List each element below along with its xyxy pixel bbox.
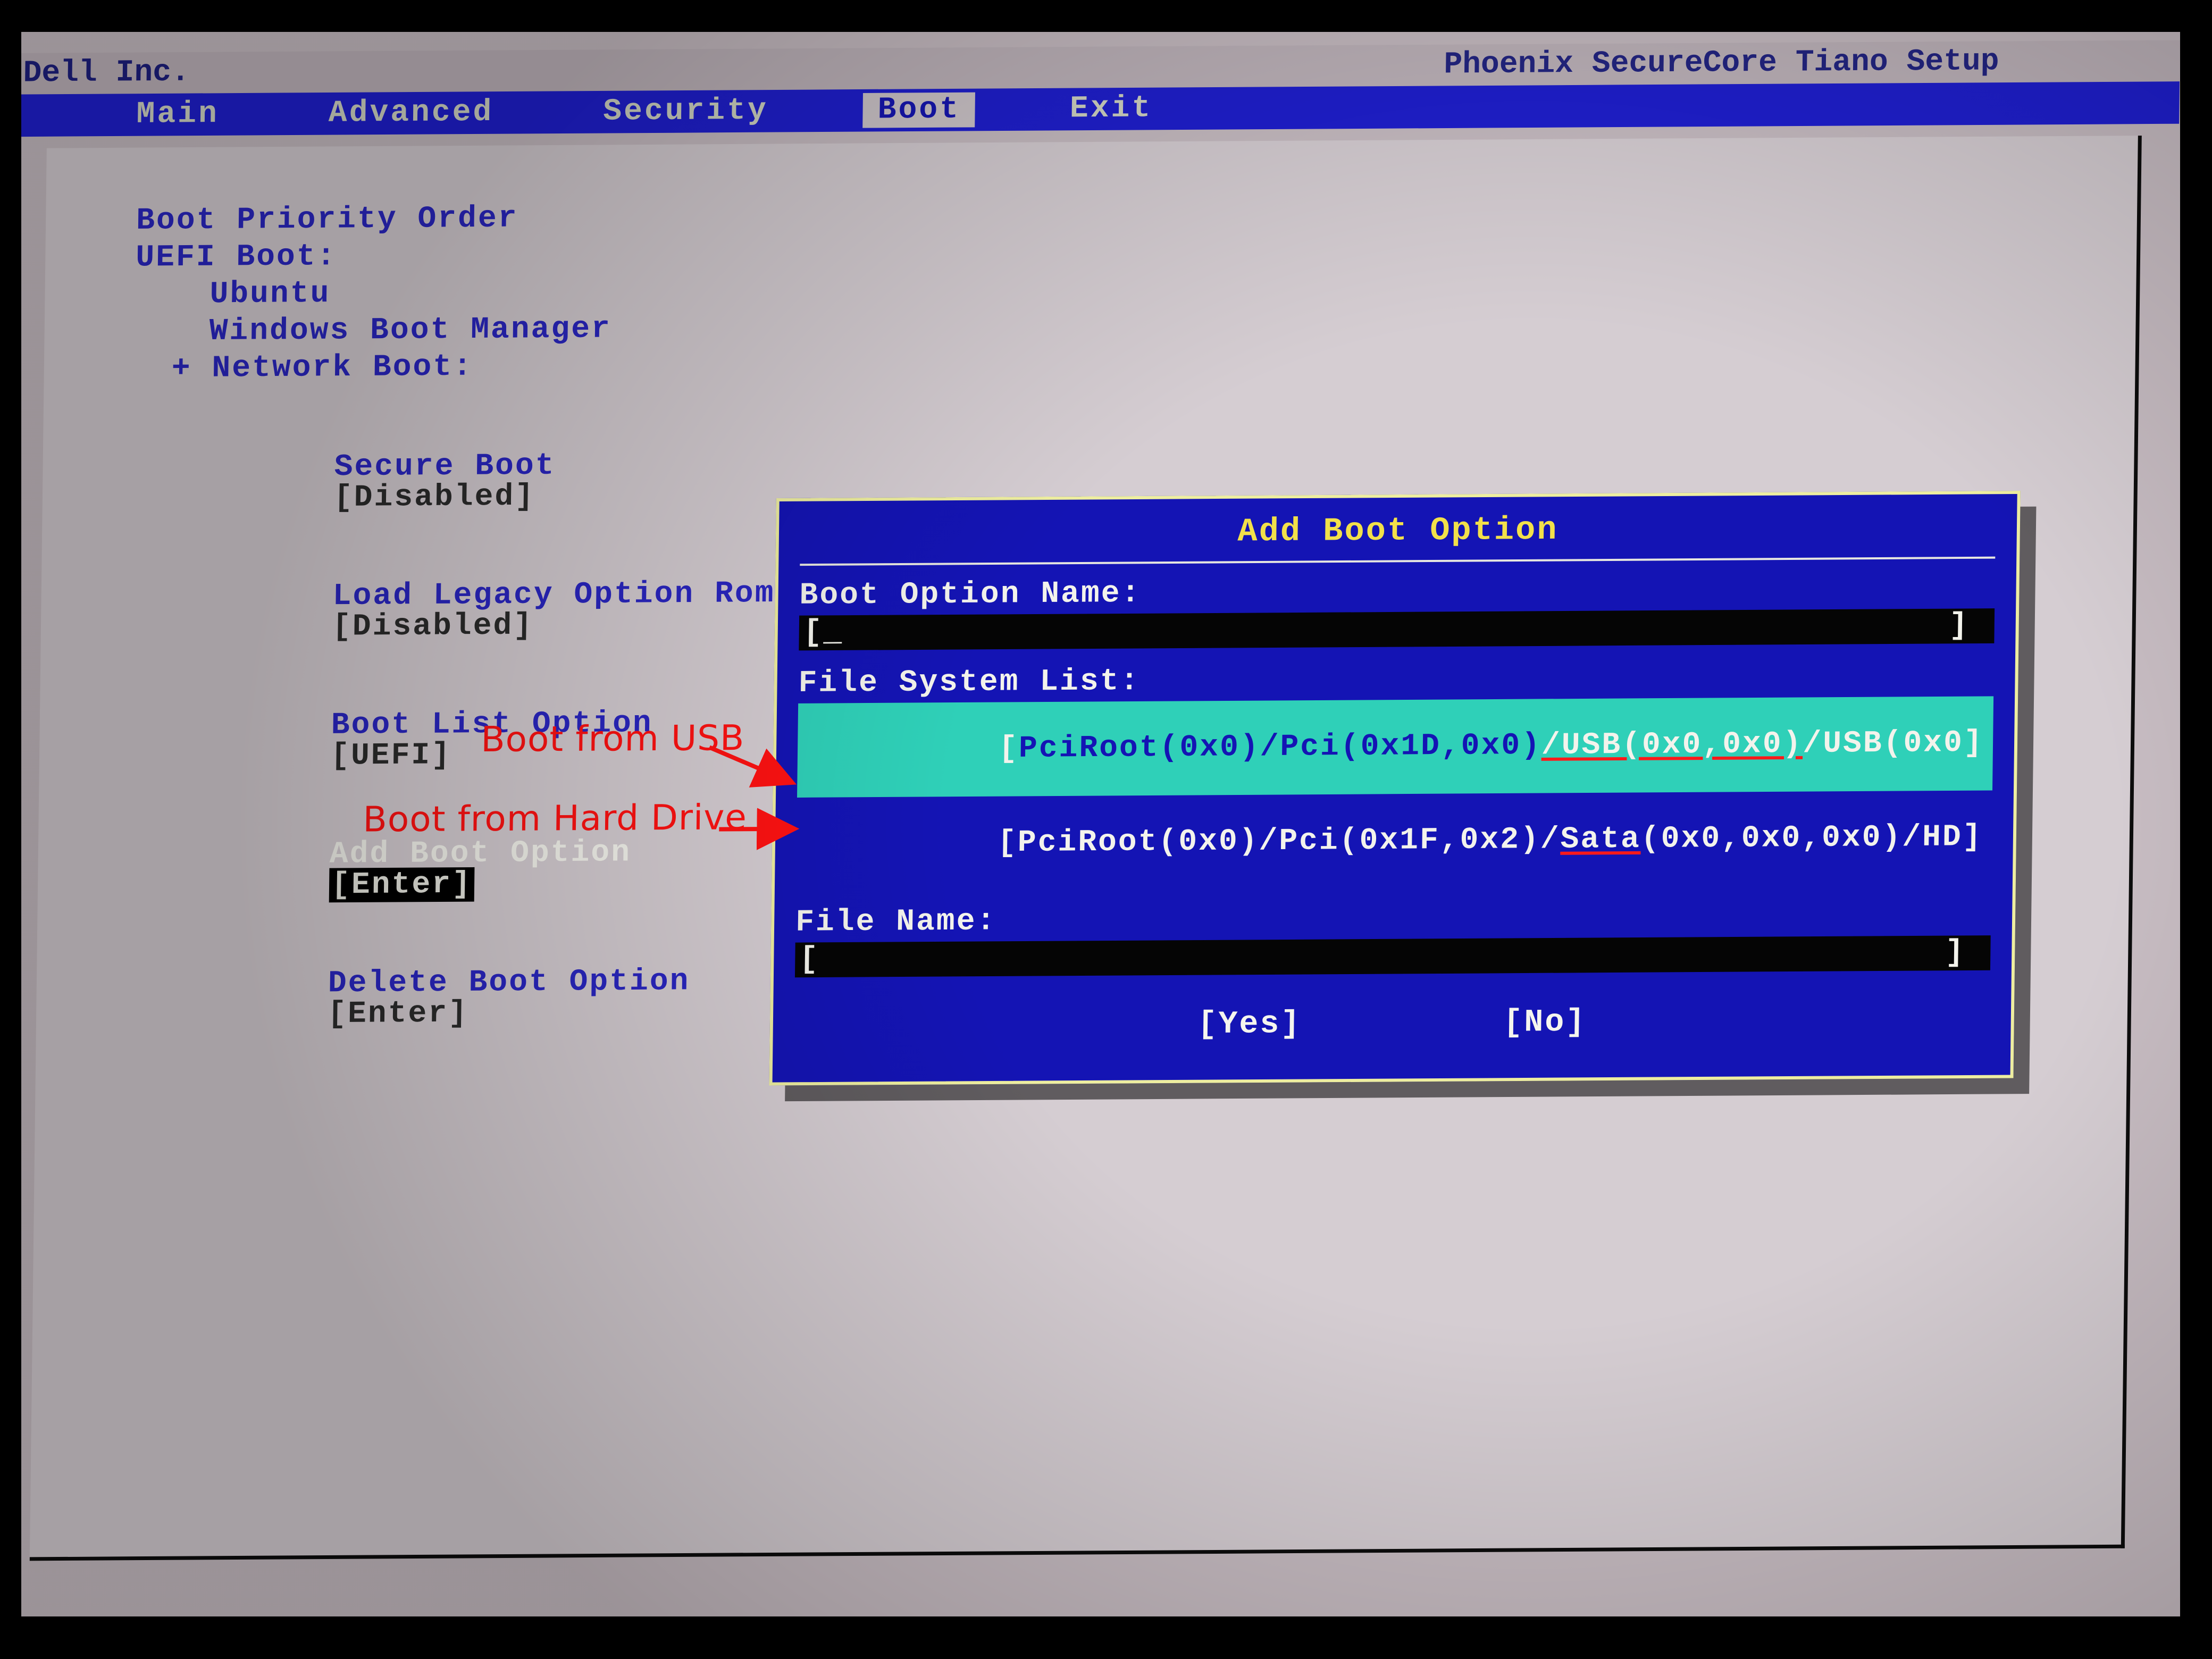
dialog-button-row: [Yes] [No] (794, 986, 1990, 1043)
add-boot-option-dialog: Add Boot Option Boot Option Name: [_ ] F… (769, 491, 2020, 1085)
opt-secure-boot-value: [Disabled] (334, 480, 535, 515)
opt-delete-boot-value: [Enter] (328, 996, 468, 1032)
tab-advanced[interactable]: Advanced (313, 95, 508, 131)
yes-button[interactable]: [Yes] (1197, 1008, 1302, 1041)
tab-exit[interactable]: Exit (1055, 91, 1168, 127)
opt-add-boot-value: [Enter] (329, 867, 474, 902)
arrow-to-usb-icon (709, 741, 805, 803)
opt-boot-list-value: [UEFI] (331, 738, 452, 773)
boot-option-name-label: Boot Option Name: (799, 572, 1995, 614)
vendor-label: Dell Inc. (23, 57, 190, 89)
tab-main[interactable]: Main (121, 97, 234, 132)
file-system-list: [PciRoot(0x0)/Pci(0x1D,0x0)/USB(0x0,0x0)… (796, 696, 1993, 892)
boot-option-name-input[interactable]: [_ ] (799, 608, 1995, 650)
fs-entry-usb[interactable]: [PciRoot(0x0)/Pci(0x1D,0x0)/USB(0x0,0x0)… (797, 696, 1993, 798)
fs-entry-sata[interactable]: [PciRoot(0x0)/Pci(0x1F,0x2)/Sata(0x0,0x0… (796, 790, 1992, 892)
bios-root: Dell Inc. Phoenix SecureCore Tiano Setup… (21, 40, 2180, 1598)
opt-delete-boot-label: Delete Boot Option (328, 966, 807, 999)
opt-legacy-rom-value: [Disabled] (332, 609, 534, 644)
file-name-label: File Name: (795, 898, 1991, 940)
bios-screen-photo: Dell Inc. Phoenix SecureCore Tiano Setup… (21, 32, 2180, 1616)
annotation-hdd: Boot from Hard Drive (363, 800, 747, 837)
annotation-usb: Boot from USB (481, 720, 745, 757)
opt-secure-boot-label: Secure Boot (334, 449, 813, 483)
boot-priority-heading: Boot Priority Order (51, 141, 2133, 240)
no-button[interactable]: [No] (1503, 1007, 1587, 1039)
opt-legacy-rom-label: Load Legacy Option Rom (332, 579, 811, 612)
file-name-input[interactable]: [ ] (795, 935, 1991, 977)
setup-title: Phoenix SecureCore Tiano Setup (1444, 45, 2180, 80)
tab-security[interactable]: Security (588, 94, 783, 130)
arrow-to-sata-icon (719, 821, 805, 861)
file-system-list-label: File System List: (798, 659, 1994, 701)
dialog-title: Add Boot Option (800, 506, 1996, 564)
tab-boot[interactable]: Boot (862, 93, 975, 128)
